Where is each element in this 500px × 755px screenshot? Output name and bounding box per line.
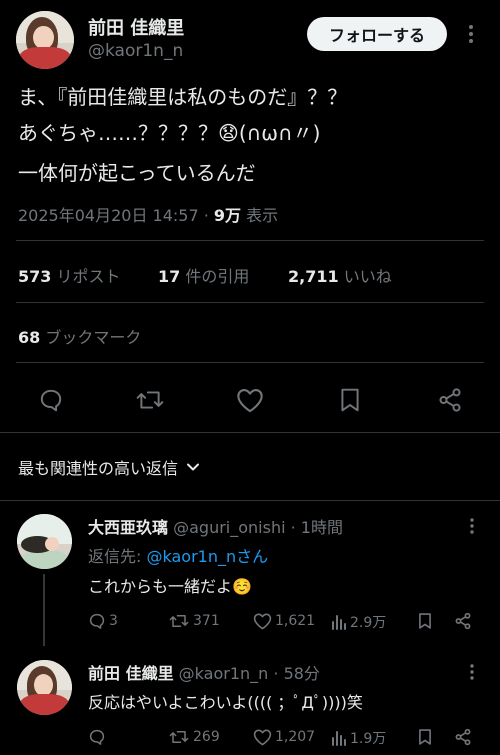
reply-icon[interactable]: [38, 387, 64, 413]
reply-views-count: 2.9万: [350, 615, 387, 631]
reply-likes-count: 1,207: [275, 729, 316, 745]
reply-repost-action[interactable]: 269: [169, 728, 220, 746]
post-text-line-2: あぐちゃ……？？？？😧(∩ω∩〃): [18, 121, 321, 145]
post-timestamp[interactable]: 2025年04月20日 14:57: [18, 206, 199, 225]
repost-icon: [169, 728, 189, 746]
reply-header: 大西亜玖璃 @aguri_onishi · 1時間: [88, 514, 343, 538]
divider: [16, 302, 484, 303]
reply-text: 反応はやいよこわいよ(((( ；ﾟДﾟ))))笑: [88, 693, 363, 712]
reply-reposts-count: 371: [193, 613, 220, 629]
reply-avatar[interactable]: [17, 514, 72, 569]
divider: [16, 240, 484, 241]
likes-label: いいね: [343, 267, 392, 286]
reply-author-name[interactable]: 大西亜玖璃: [88, 518, 168, 537]
reply-sort-dropdown[interactable]: 最も関連性の高い返信: [18, 455, 200, 479]
reply-views-action[interactable]: 1.9万: [331, 728, 386, 748]
reply-time[interactable]: · 58分: [273, 664, 320, 683]
reply-sort-label: 最も関連性の高い返信: [18, 459, 179, 478]
bookmarks-stat[interactable]: 68 ブックマーク: [18, 324, 141, 348]
like-icon[interactable]: [236, 387, 264, 413]
author-name[interactable]: 前田 佳織里: [88, 14, 184, 40]
more-icon[interactable]: [468, 663, 476, 681]
divider: [0, 500, 500, 501]
reply-repost-action[interactable]: 371: [169, 612, 220, 630]
reply-to: 返信先: @kaor1n_nさん: [88, 543, 268, 567]
bookmarks-label: ブックマーク: [45, 328, 142, 347]
reply-to-prefix: 返信先:: [88, 547, 147, 566]
quotes-stat[interactable]: 17 件の引用: [158, 263, 249, 287]
follow-button[interactable]: フォローする: [307, 17, 447, 51]
bookmark-icon[interactable]: [417, 612, 433, 630]
post-meta: 2025年04月20日 14:57 · 9万 表示: [18, 202, 278, 226]
repost-icon: [169, 612, 189, 630]
more-icon[interactable]: [462, 23, 480, 45]
reply-author-name[interactable]: 前田 佳織里: [88, 664, 174, 683]
reply-avatar[interactable]: [17, 660, 72, 715]
reposts-count: 573: [18, 267, 52, 286]
divider: [0, 432, 500, 433]
reposts-label: リポスト: [56, 267, 121, 286]
quotes-label: 件の引用: [185, 267, 250, 286]
post-text-line-1: ま、『前田佳織里は私のものだ』？？: [18, 85, 348, 109]
reply-replies-count: 3: [109, 613, 118, 629]
reply-reply-action[interactable]: 3: [88, 612, 118, 630]
post-text-line-3: 一体何が起こっているんだ: [18, 161, 256, 185]
reposts-stat[interactable]: 573 リポスト: [18, 263, 121, 287]
author-handle[interactable]: @kaor1n_n: [88, 41, 183, 61]
likes-stat[interactable]: 2,711 いいね: [288, 263, 392, 287]
share-icon[interactable]: [454, 728, 472, 746]
likes-count: 2,711: [288, 267, 339, 286]
reply-views-action[interactable]: 2.9万: [331, 612, 386, 632]
quotes-count: 17: [158, 267, 181, 286]
chevron-down-icon: [186, 462, 200, 472]
author-avatar[interactable]: [16, 11, 74, 69]
views-icon: [331, 613, 347, 631]
divider: [16, 362, 484, 363]
repost-icon[interactable]: [136, 387, 164, 413]
bookmark-icon[interactable]: [417, 728, 433, 746]
reply-author-handle[interactable]: @aguri_onishi: [173, 518, 285, 537]
share-icon[interactable]: [454, 612, 472, 630]
like-icon: [253, 612, 272, 630]
reply-like-action[interactable]: 1,207: [253, 728, 315, 746]
reply-header: 前田 佳織里 @kaor1n_n · 58分: [88, 660, 320, 684]
views-count: 9万: [213, 206, 242, 225]
reply-time[interactable]: · 1時間: [291, 518, 343, 537]
share-icon[interactable]: [437, 387, 463, 413]
reply-reposts-count: 269: [193, 729, 220, 745]
reply-text: これからも一緒だよ☺️: [88, 577, 252, 596]
views-icon: [331, 729, 347, 747]
reply-like-action[interactable]: 1,621: [253, 612, 315, 630]
reply-icon: [88, 612, 106, 630]
more-icon[interactable]: [468, 517, 476, 535]
bookmarks-count: 68: [18, 328, 41, 347]
bookmark-icon[interactable]: [338, 387, 362, 413]
views-label: 表示: [246, 206, 279, 225]
reply-likes-count: 1,621: [275, 613, 316, 629]
reply-views-count: 1.9万: [350, 731, 387, 747]
like-icon: [253, 728, 272, 746]
reply-to-handle[interactable]: @kaor1n_nさん: [146, 547, 268, 566]
reply-icon[interactable]: [88, 728, 106, 746]
reply-author-handle[interactable]: @kaor1n_n: [179, 664, 269, 683]
thread-line: [43, 574, 45, 646]
meta-separator: ·: [203, 206, 209, 225]
